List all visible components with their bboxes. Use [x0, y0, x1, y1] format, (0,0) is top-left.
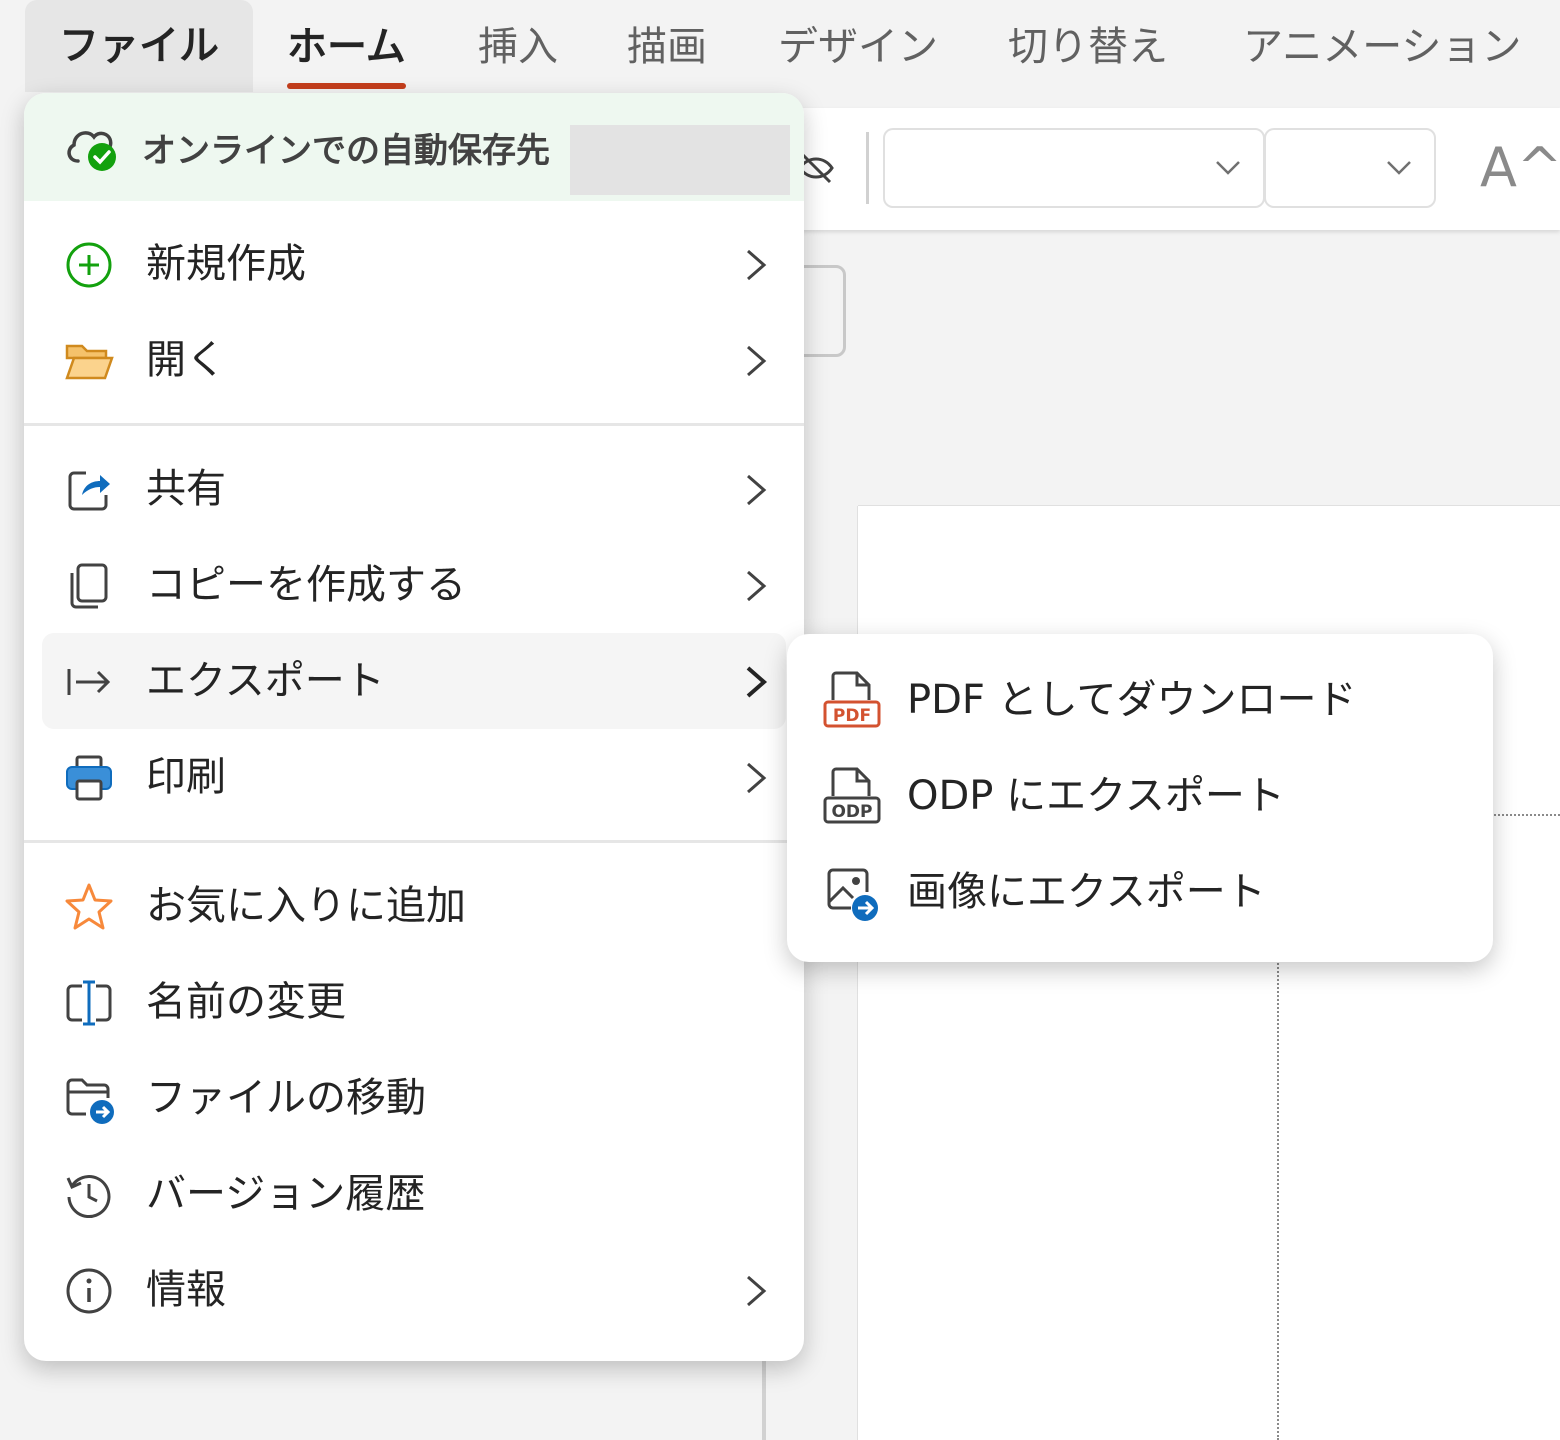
submenu-item-download-pdf[interactable]: PDF PDF としてダウンロード [787, 652, 1493, 748]
font-family-dropdown[interactable] [883, 128, 1265, 208]
chevron-down-icon [1216, 161, 1240, 175]
active-tab-indicator [287, 83, 406, 89]
chevron-right-icon [747, 474, 767, 506]
tab-transitions[interactable]: 切り替え [1008, 0, 1168, 95]
menu-item-move-file[interactable]: ファイルの移動 [42, 1050, 804, 1146]
odp-file-icon: ODP [823, 767, 881, 824]
menu-item-add-favorite[interactable]: お気に入りに追加 [42, 858, 804, 954]
info-icon [66, 1268, 112, 1314]
share-icon [68, 471, 110, 511]
chevron-right-icon [747, 762, 767, 794]
ribbon-separator [866, 132, 869, 204]
menu-item-label: 開く [146, 337, 226, 383]
folder-open-icon [65, 344, 114, 380]
ribbon-toolbar: A^ [770, 108, 1560, 230]
chevron-right-icon [747, 570, 767, 602]
chevron-right-icon [746, 666, 768, 698]
menu-item-label: ファイルの移動 [146, 1075, 426, 1121]
menu-item-new[interactable]: 新規作成 [42, 216, 804, 312]
cloud-check-icon [67, 131, 116, 171]
menu-item-version-history[interactable]: バージョン履歴 [42, 1146, 804, 1242]
file-menu: オンラインでの自動保存先 新規作成 開く 共有 コピーを作成する エクスポート … [24, 93, 804, 1361]
rename-icon [66, 980, 112, 1026]
autosave-banner[interactable]: オンラインでの自動保存先 [24, 93, 804, 201]
chevron-right-icon [747, 1275, 767, 1307]
history-icon [66, 1175, 111, 1218]
tab-file[interactable]: ファイル [25, 0, 253, 92]
menu-divider [24, 423, 804, 426]
menu-item-make-copy[interactable]: コピーを作成する [42, 537, 804, 633]
tab-design[interactable]: デザイン [778, 0, 938, 95]
autosave-label: オンラインでの自動保存先 [142, 131, 550, 171]
menu-item-label: コピーを作成する [146, 562, 466, 608]
menu-item-rename[interactable]: 名前の変更 [42, 954, 804, 1050]
menu-item-open[interactable]: 開く [42, 312, 804, 408]
menu-item-label: お気に入りに追加 [146, 883, 466, 929]
add-circle-icon [66, 242, 112, 288]
menu-item-share[interactable]: 共有 [42, 441, 804, 537]
ribbon-tab-bar: ファイル ホーム 挿入 描画 デザイン 切り替え アニメーション [0, 0, 1560, 95]
pdf-file-icon: PDF [823, 671, 881, 728]
font-size-dropdown[interactable] [1264, 128, 1436, 208]
svg-text:ODP: ODP [831, 802, 872, 822]
submenu-item-export-image[interactable]: 画像にエクスポート [787, 844, 1493, 940]
menu-item-label: 新規作成 [146, 241, 306, 287]
tab-insert[interactable]: 挿入 [478, 0, 558, 95]
chevron-right-icon [747, 249, 767, 281]
star-icon [65, 883, 113, 930]
tab-home[interactable]: ホーム [287, 0, 406, 95]
printer-icon [66, 755, 112, 801]
menu-item-label: 情報 [146, 1267, 226, 1313]
menu-item-info[interactable]: 情報 [42, 1242, 804, 1338]
redacted-location [570, 125, 790, 195]
chevron-down-icon [1387, 161, 1411, 175]
export-submenu: PDF PDF としてダウンロード ODP ODP にエクスポート 画像にエクス… [787, 634, 1493, 962]
tab-draw[interactable]: 描画 [627, 0, 707, 95]
export-arrow-icon [67, 669, 111, 695]
svg-text:PDF: PDF [833, 706, 871, 726]
menu-item-label: 共有 [146, 466, 226, 512]
tab-home-label: ホーム [287, 24, 406, 70]
panel-divider [762, 1360, 766, 1440]
submenu-item-label: PDF としてダウンロード [907, 677, 1357, 723]
menu-divider [24, 840, 804, 843]
menu-item-print[interactable]: 印刷 [42, 729, 804, 825]
menu-item-label: 印刷 [146, 754, 226, 800]
horizontal-guide-line [1494, 814, 1560, 816]
menu-item-label: バージョン履歴 [146, 1171, 426, 1217]
submenu-item-export-odp[interactable]: ODP ODP にエクスポート [787, 748, 1493, 844]
menu-item-label: 名前の変更 [146, 979, 346, 1025]
menu-item-label: エクスポート [146, 658, 385, 704]
submenu-item-label: 画像にエクスポート [907, 869, 1266, 915]
submenu-item-label: ODP にエクスポート [907, 773, 1285, 819]
menu-item-export[interactable]: エクスポート [42, 633, 786, 729]
image-export-icon [827, 868, 878, 921]
tab-animations[interactable]: アニメーション [1243, 0, 1521, 95]
vertical-guide-line [1277, 960, 1279, 1440]
copy-icon [70, 563, 108, 609]
folder-move-icon [66, 1078, 114, 1124]
increase-font-size-icon[interactable]: A^ [1480, 136, 1560, 199]
chevron-right-icon [747, 345, 767, 377]
